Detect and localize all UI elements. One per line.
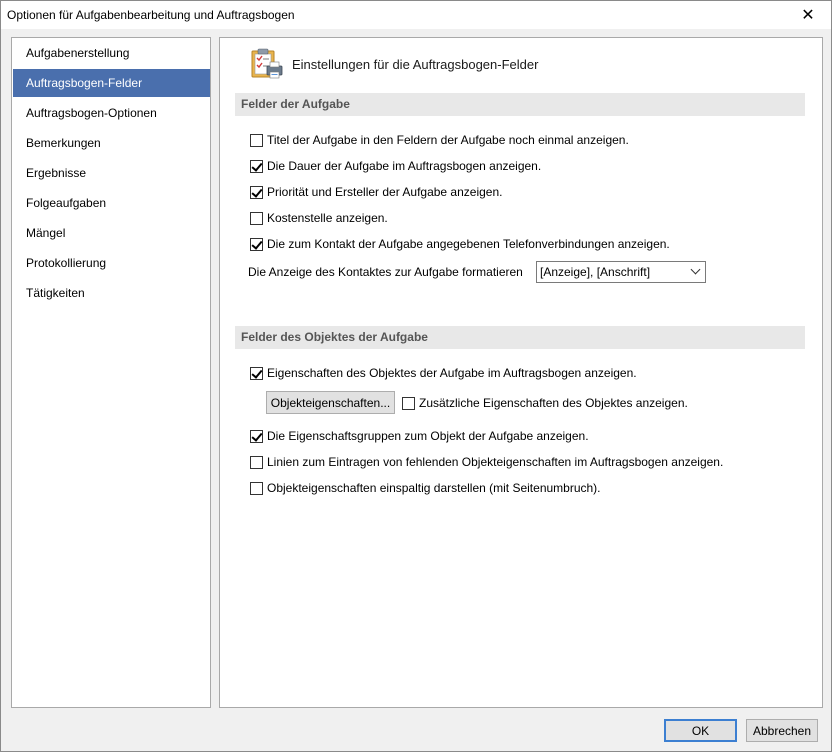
checkbox-row-eigenschaften: Eigenschaften des Objektes der Aufgabe i…: [250, 364, 637, 382]
section-felder-der-aufgabe: Felder der Aufgabe: [235, 93, 805, 116]
ok-button[interactable]: OK: [664, 719, 737, 742]
contact-format-value: [Anzeige], [Anschrift]: [540, 265, 651, 279]
checkbox-row-titel: Titel der Aufgabe in den Feldern der Auf…: [250, 131, 629, 149]
sidebar-item-bemerkungen[interactable]: Bemerkungen: [13, 129, 210, 157]
checkbox-row-zusaetzliche: Zusätzliche Eigenschaften des Objektes a…: [402, 394, 688, 412]
section-felder-des-objektes: Felder des Objektes der Aufgabe: [235, 326, 805, 349]
sidebar-item-maengel[interactable]: Mängel: [13, 219, 210, 247]
checkbox-row-linien: Linien zum Eintragen von fehlenden Objek…: [250, 453, 723, 471]
sidebar-item-aufgabenerstellung[interactable]: Aufgabenerstellung: [13, 39, 210, 67]
contact-format-dropdown[interactable]: [Anzeige], [Anschrift]: [536, 261, 706, 283]
cancel-button[interactable]: Abbrechen: [746, 719, 818, 742]
checkbox-label-zusaetzliche: Zusätzliche Eigenschaften des Objektes a…: [419, 396, 688, 410]
checkbox-label-kostenstelle: Kostenstelle anzeigen.: [267, 211, 388, 225]
checkbox-label-telefon: Die zum Kontakt der Aufgabe angegebenen …: [267, 237, 670, 251]
checkbox-telefon[interactable]: [250, 237, 263, 251]
checkbox-label-linien: Linien zum Eintragen von fehlenden Objek…: [267, 455, 724, 469]
checkbox-row-einspaltig: Objekteigenschaften einspaltig darstelle…: [250, 479, 601, 497]
checkbox-eigenschaften[interactable]: [250, 366, 263, 380]
checkbox-titel[interactable]: [250, 133, 263, 147]
checkbox-row-kostenstelle: Kostenstelle anzeigen.: [250, 209, 388, 227]
checkbox-row-prioritaet: Priorität und Ersteller der Aufgabe anze…: [250, 183, 502, 201]
checkbox-label-dauer: Die Dauer der Aufgabe im Auftragsbogen a…: [267, 159, 542, 173]
checkbox-gruppen[interactable]: [250, 429, 263, 443]
checkbox-dauer[interactable]: [250, 159, 263, 173]
checkbox-zusaetzliche[interactable]: [402, 396, 415, 410]
checkbox-row-dauer: Die Dauer der Aufgabe im Auftragsbogen a…: [250, 157, 541, 175]
checkbox-prioritaet[interactable]: [250, 185, 263, 199]
format-contact-label: Die Anzeige des Kontaktes zur Aufgabe fo…: [248, 265, 523, 279]
checkbox-linien[interactable]: [250, 455, 263, 469]
checkbox-kostenstelle[interactable]: [250, 211, 263, 225]
close-icon: ✕: [801, 7, 815, 24]
sidebar-item-auftragsbogen-optionen[interactable]: Auftragsbogen-Optionen: [13, 99, 210, 127]
checkbox-label-prioritaet: Priorität und Ersteller der Aufgabe anze…: [267, 185, 503, 199]
checkbox-einspaltig[interactable]: [250, 481, 263, 495]
close-button[interactable]: ✕: [785, 1, 831, 29]
sidebar-item-folgeaufgaben[interactable]: Folgeaufgaben: [13, 189, 210, 217]
chevron-down-icon: [690, 264, 701, 275]
window-title: Optionen für Aufgabenbearbeitung und Auf…: [7, 8, 295, 22]
checkbox-label-gruppen: Die Eigenschaftsgruppen zum Objekt der A…: [267, 429, 589, 443]
checkbox-row-gruppen: Die Eigenschaftsgruppen zum Objekt der A…: [250, 427, 589, 445]
page-title: Einstellungen für die Auftragsbogen-Feld…: [292, 57, 539, 72]
sidebar-item-taetigkeiten[interactable]: Tätigkeiten: [13, 279, 210, 307]
checkbox-label-eigenschaften: Eigenschaften des Objektes der Aufgabe i…: [267, 366, 637, 380]
sidebar-item-ergebnisse[interactable]: Ergebnisse: [13, 159, 210, 187]
checkbox-label-titel: Titel der Aufgabe in den Feldern der Auf…: [267, 133, 629, 147]
checkbox-label-einspaltig: Objekteigenschaften einspaltig darstelle…: [267, 481, 601, 495]
title-bar: Optionen für Aufgabenbearbeitung und Auf…: [1, 1, 831, 29]
objekteigenschaften-button[interactable]: Objekteigenschaften...: [266, 391, 395, 414]
options-dialog: Optionen für Aufgabenbearbeitung und Auf…: [0, 0, 832, 752]
clipboard-printer-icon: [251, 48, 283, 79]
category-list: Aufgabenerstellung Auftragsbogen-Felder …: [11, 37, 211, 708]
settings-panel: Einstellungen für die Auftragsbogen-Feld…: [219, 37, 823, 708]
sidebar-item-auftragsbogen-felder[interactable]: Auftragsbogen-Felder: [13, 69, 210, 97]
sidebar-item-protokollierung[interactable]: Protokollierung: [13, 249, 210, 277]
checkbox-row-telefon: Die zum Kontakt der Aufgabe angegebenen …: [250, 235, 670, 253]
